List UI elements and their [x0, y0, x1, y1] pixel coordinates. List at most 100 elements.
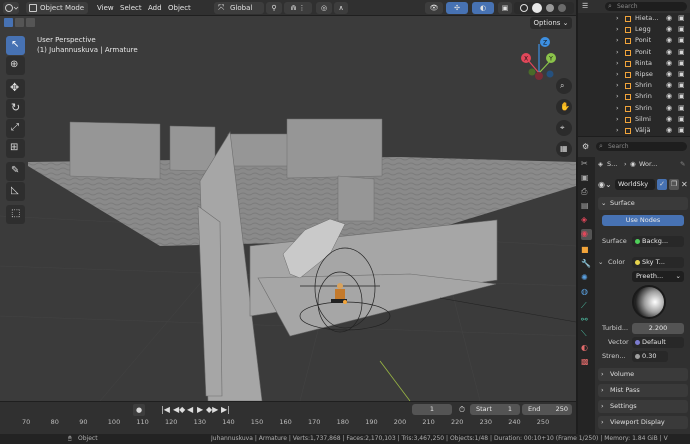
surface-shader-field[interactable]: Backg...: [632, 236, 684, 247]
duplicate-icon[interactable]: ❐: [669, 179, 679, 190]
render-tab-icon[interactable]: ▣: [581, 173, 592, 184]
world-tab-icon[interactable]: ◉: [581, 229, 592, 240]
navigation-gizmo[interactable]: Z X Y: [521, 37, 556, 80]
modifier-tab-icon[interactable]: 🔧: [581, 259, 592, 270]
outliner-item[interactable]: › Ponit ◉ ▣: [578, 47, 690, 59]
rotate-tool[interactable]: ↻: [6, 99, 25, 118]
eye-icon[interactable]: ◉: [666, 58, 672, 70]
orientation-dropdown[interactable]: ⤧ Global: [214, 2, 264, 14]
rendered-shading-icon[interactable]: [558, 4, 566, 12]
camera-icon[interactable]: ▣: [678, 13, 685, 25]
object-tab-icon[interactable]: ■: [581, 245, 592, 256]
chevron-right-icon[interactable]: ›: [616, 114, 619, 126]
visibility-button[interactable]: 👁: [425, 2, 443, 14]
wireframe-shading-icon[interactable]: [520, 4, 528, 12]
pan-view-button[interactable]: ✋: [556, 99, 572, 115]
world-name-field[interactable]: WorldSky: [615, 179, 655, 190]
menu-add[interactable]: Add: [148, 2, 162, 14]
scene-canvas[interactable]: Z X Y: [0, 16, 576, 401]
menu-object[interactable]: Object: [168, 2, 191, 14]
overlay-toggle-button[interactable]: ◐: [472, 2, 494, 14]
move-tool[interactable]: ✥: [6, 79, 25, 98]
chevron-right-icon[interactable]: ›: [616, 91, 619, 103]
data-tab-icon[interactable]: ⚯: [581, 315, 592, 326]
annotate-tool[interactable]: ✎: [6, 162, 25, 181]
properties-search-input[interactable]: ⌕ Search: [596, 142, 687, 151]
solid-shading-icon[interactable]: [532, 3, 542, 13]
close-icon[interactable]: ✕: [681, 179, 689, 190]
camera-icon[interactable]: ▣: [678, 103, 685, 115]
chevron-right-icon[interactable]: ›: [616, 125, 619, 137]
camera-icon[interactable]: ▣: [678, 47, 685, 59]
camera-icon[interactable]: ▣: [678, 35, 685, 47]
cursor-tool[interactable]: ⊕: [6, 56, 25, 75]
sun-direction-ball[interactable]: [632, 285, 666, 319]
eye-icon[interactable]: ◉: [666, 69, 672, 81]
chevron-right-icon[interactable]: ›: [616, 47, 619, 59]
chevron-right-icon[interactable]: ›: [616, 69, 619, 81]
outliner-item[interactable]: › Legg ◉ ▣: [578, 24, 690, 36]
chevron-right-icon[interactable]: ›: [616, 58, 619, 70]
vector-input-field[interactable]: Default: [632, 337, 684, 348]
menu-view[interactable]: View: [97, 2, 114, 14]
eye-icon[interactable]: ◉: [666, 47, 672, 59]
pivot-button[interactable]: ⚲: [266, 2, 282, 14]
eye-icon[interactable]: ◉: [666, 103, 672, 115]
fake-user-icon[interactable]: ✓: [657, 179, 667, 190]
eye-icon[interactable]: ◉: [666, 35, 672, 47]
camera-icon[interactable]: ▣: [678, 24, 685, 36]
outliner-item[interactable]: › Rinta ◉ ▣: [578, 58, 690, 70]
sky-type-dropdown[interactable]: Preeth... ⌄: [632, 271, 684, 282]
menu-select[interactable]: Select: [120, 2, 142, 14]
outliner-item[interactable]: › Ripse ◉ ▣: [578, 69, 690, 81]
snap-button[interactable]: ⋒ ⋮: [284, 2, 312, 14]
add-cube-tool[interactable]: ⬚: [6, 205, 25, 224]
3d-viewport[interactable]: Z X Y User Perspective (1) Juhannuskuva …: [0, 16, 576, 401]
pin-icon[interactable]: ✎: [680, 159, 685, 169]
falloff-button[interactable]: ∧: [334, 2, 348, 14]
chevron-right-icon[interactable]: ›: [616, 80, 619, 92]
strength-field[interactable]: 0.30: [632, 351, 668, 362]
view-layer-tab-icon[interactable]: ▤: [581, 201, 592, 212]
gizmo-toggle-button[interactable]: ✣: [446, 2, 468, 14]
projection-toggle-button[interactable]: ▦: [556, 141, 572, 157]
output-tab-icon[interactable]: ⎙: [581, 187, 592, 198]
chevron-right-icon[interactable]: ›: [616, 103, 619, 115]
outliner-editor-icon[interactable]: ☰: [582, 2, 588, 10]
viewport-display-panel-header[interactable]: › Viewport Display: [598, 416, 688, 429]
outliner-item[interactable]: › Silmi ◉ ▣: [578, 114, 690, 126]
outliner-item[interactable]: › Shrin ◉ ▣: [578, 80, 690, 92]
particles-tab-icon[interactable]: ✺: [581, 273, 592, 284]
volume-panel-header[interactable]: › Volume: [598, 368, 688, 381]
zoom-view-button[interactable]: ⌕: [556, 78, 572, 94]
properties-editor-icon[interactable]: ⚙: [582, 142, 589, 151]
eye-icon[interactable]: ◉: [666, 80, 672, 92]
mode-dropdown[interactable]: Object Mode: [26, 2, 88, 14]
outliner-item[interactable]: › Ponit ◉ ▣: [578, 35, 690, 47]
outliner-search-input[interactable]: ⌕ Search: [605, 2, 687, 11]
editor-type-button[interactable]: [3, 2, 19, 14]
scene-tab-icon[interactable]: ◈: [581, 215, 592, 226]
camera-icon[interactable]: ▣: [678, 114, 685, 126]
camera-view-button[interactable]: ⌖: [556, 120, 572, 136]
transform-tool[interactable]: ⊞: [6, 139, 25, 158]
color-expand-icon[interactable]: ⌄: [598, 257, 603, 268]
material-shading-icon[interactable]: [546, 4, 554, 12]
eye-icon[interactable]: ◉: [666, 91, 672, 103]
physics-tab-icon[interactable]: ◍: [581, 287, 592, 298]
tool-tab-icon[interactable]: ✂: [581, 159, 592, 170]
eye-icon[interactable]: ◉: [666, 13, 672, 25]
options-dropdown[interactable]: Options ⌄: [530, 17, 572, 29]
outliner-item[interactable]: › Shrin ◉ ▣: [578, 91, 690, 103]
texture-tab-icon[interactable]: ▩: [581, 357, 592, 368]
surface-panel-header[interactable]: ⌄ Surface: [598, 197, 688, 210]
material-tab-icon[interactable]: ◐: [581, 343, 592, 354]
camera-icon[interactable]: ▣: [678, 69, 685, 81]
use-nodes-button[interactable]: Use Nodes: [602, 215, 684, 226]
camera-icon[interactable]: ▣: [678, 58, 685, 70]
eye-icon[interactable]: ◉: [666, 24, 672, 36]
chevron-right-icon[interactable]: ›: [616, 24, 619, 36]
xray-button[interactable]: ▣: [498, 2, 512, 14]
color-input-field[interactable]: Sky T...: [632, 257, 684, 268]
turbidity-field[interactable]: 2.200: [632, 323, 684, 334]
